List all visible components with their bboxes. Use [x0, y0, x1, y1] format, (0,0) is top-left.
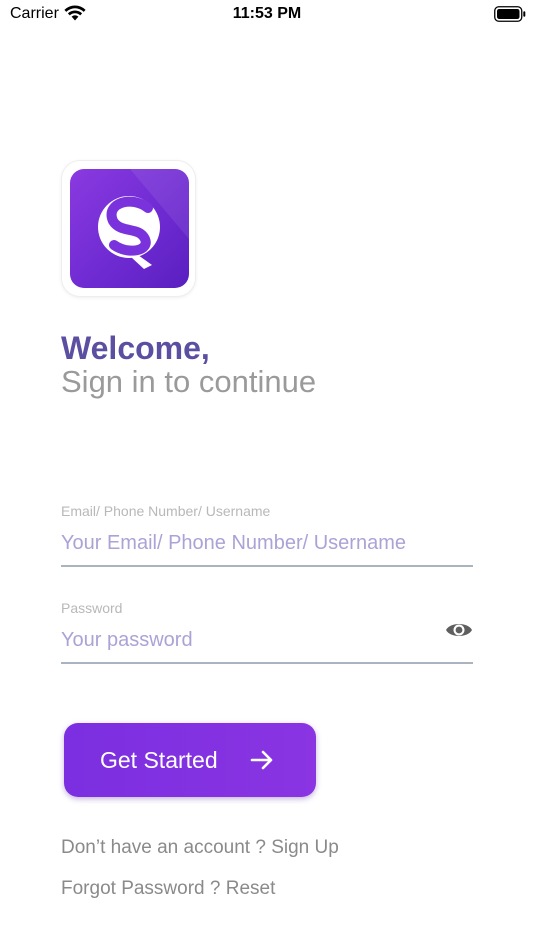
signin-subtitle: Sign in to continue — [61, 364, 317, 399]
password-underline — [61, 662, 473, 664]
eye-icon[interactable] — [445, 619, 473, 641]
logo-q-glyph — [98, 169, 189, 269]
email-field: Email/ Phone Number/ Username — [61, 503, 473, 569]
signup-row: Don’t have an account ? Sign Up — [61, 837, 339, 859]
email-underline — [61, 565, 473, 567]
app-logo — [62, 161, 195, 296]
app-logo-tile — [70, 169, 189, 288]
status-time: 11:53 PM — [232, 5, 302, 22]
forgot-password-row: Forgot Password ? Reset — [61, 878, 275, 900]
password-input[interactable] — [61, 626, 431, 654]
password-field: Password — [61, 600, 473, 666]
password-label: Password — [61, 600, 123, 616]
signup-prompt: Don’t have an account ? — [61, 837, 272, 858]
login-screen: Carrier 11:53 PM Welcome, Sign in to con… — [0, 0, 534, 950]
get-started-button[interactable]: Get Started — [64, 723, 316, 797]
forgot-prompt: Forgot Password ? — [61, 878, 226, 899]
arrow-right-icon — [250, 748, 274, 772]
status-bar: Carrier 11:53 PM — [0, 0, 534, 30]
get-started-label: Get Started — [100, 747, 218, 773]
reset-link[interactable]: Reset — [226, 878, 276, 899]
email-input[interactable] — [61, 529, 473, 557]
welcome-heading: Welcome, — [61, 330, 210, 366]
email-label: Email/ Phone Number/ Username — [61, 503, 271, 519]
battery-icon — [494, 6, 526, 22]
sign-up-link[interactable]: Sign Up — [271, 837, 339, 858]
